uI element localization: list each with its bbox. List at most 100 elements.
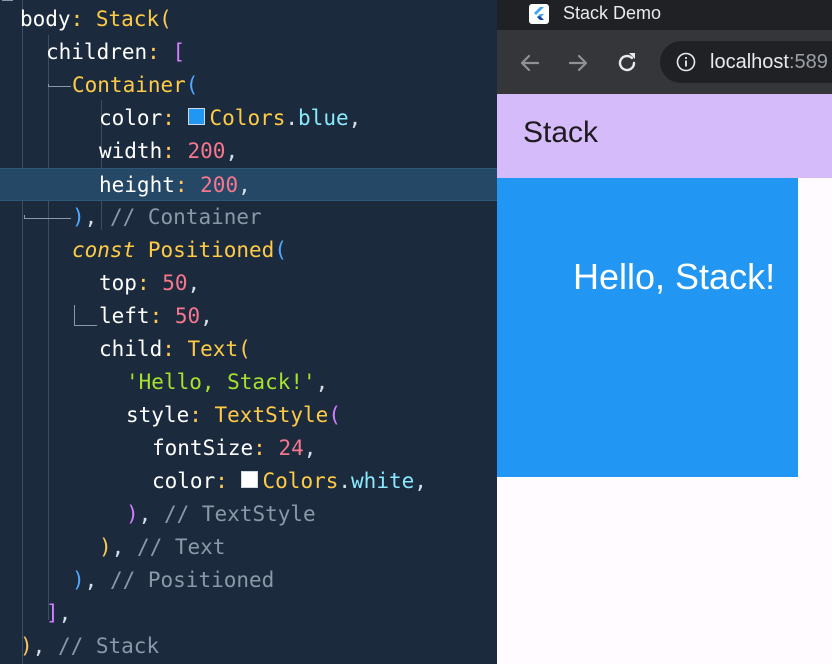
- code-line[interactable]: child: Text(: [0, 333, 497, 366]
- code-token: 50: [162, 271, 188, 295]
- tab-bar: Stack Demo: [497, 0, 832, 30]
- url-port: :589: [788, 51, 828, 73]
- forward-arrow-icon[interactable]: [563, 48, 593, 78]
- code-token: :: [162, 106, 188, 130]
- code-line[interactable]: ), // Stack: [0, 630, 497, 663]
- code-token: child: [99, 337, 163, 361]
- code-token: const: [72, 238, 136, 262]
- app-bar: Stack: [497, 94, 832, 178]
- info-icon[interactable]: [676, 52, 696, 72]
- code-line[interactable]: const Positioned(: [0, 234, 497, 267]
- code-token: ,: [200, 304, 213, 328]
- code-token: 24: [278, 436, 304, 460]
- code-token: (: [328, 403, 341, 427]
- code-token: :: [147, 40, 173, 64]
- code-token: blue: [298, 106, 349, 130]
- code-line[interactable]: height: 200,: [0, 168, 497, 201]
- code-token: ,: [315, 370, 329, 394]
- code-token: children: [46, 40, 148, 64]
- code-token: :: [189, 403, 215, 427]
- code-token: Stack: [95, 7, 160, 31]
- code-token: Container: [72, 73, 186, 97]
- code-line[interactable]: color: Colors.blue,: [0, 102, 497, 135]
- code-token: 200: [200, 173, 239, 197]
- code-editor[interactable]: body: Stack(children: [Container(color: …: [0, 0, 497, 664]
- code-token: :: [162, 337, 188, 361]
- code-line[interactable]: width: 200,: [0, 135, 497, 168]
- code-token: :: [162, 139, 188, 163]
- color-swatch-icon[interactable]: [187, 107, 205, 125]
- code-token: ,: [348, 106, 362, 130]
- code-line[interactable]: 'Hello, Stack!',: [0, 366, 497, 399]
- code-token: // Text: [136, 535, 226, 559]
- code-line[interactable]: body: Stack(: [0, 3, 497, 36]
- code-token: .: [338, 469, 352, 493]
- code-token: (: [185, 73, 199, 97]
- code-token: ): [72, 205, 85, 229]
- code-token: Text: [187, 337, 239, 361]
- code-token: ,: [303, 436, 317, 460]
- reload-icon[interactable]: [612, 48, 642, 78]
- code-token: // Stack: [57, 634, 160, 658]
- code-token: // Positioned: [109, 568, 275, 592]
- code-token: :: [70, 7, 96, 31]
- code-token: ,: [238, 173, 251, 197]
- code-token: :: [174, 173, 201, 197]
- code-token: :: [215, 469, 241, 493]
- code-token: height: [99, 173, 175, 197]
- back-arrow-icon[interactable]: [515, 48, 545, 78]
- code-token: ,: [111, 535, 137, 559]
- code-token: ): [126, 502, 139, 526]
- code-token: (: [159, 7, 172, 31]
- code-token: Colors: [209, 106, 286, 130]
- code-token: ]: [46, 601, 59, 625]
- hello-stack-text: Hello, Stack!: [573, 256, 776, 297]
- code-token: ): [99, 535, 112, 559]
- code-token: color: [152, 469, 216, 493]
- code-token: fontSize: [152, 436, 254, 460]
- code-token: ,: [138, 502, 164, 526]
- code-line[interactable]: Container(: [0, 69, 497, 102]
- code-line[interactable]: ), // Container: [0, 201, 497, 234]
- url-text[interactable]: localhost:589: [710, 51, 828, 74]
- code-token: Colors: [262, 469, 339, 493]
- code-token: .: [285, 106, 299, 130]
- code-line[interactable]: ), // TextStyle: [0, 498, 497, 531]
- code-token: // TextStyle: [163, 502, 316, 526]
- tab-title[interactable]: Stack Demo: [563, 3, 661, 24]
- code-token: width: [99, 139, 163, 163]
- code-line[interactable]: fontSize: 24,: [0, 432, 497, 465]
- blue-container: [497, 178, 798, 477]
- code-token: ,: [187, 271, 201, 295]
- code-token: ): [20, 634, 33, 658]
- code-line[interactable]: left: 50,: [0, 300, 497, 333]
- code-token: ,: [84, 205, 110, 229]
- code-token: ): [72, 568, 85, 592]
- code-token: style: [126, 403, 190, 427]
- code-token: (: [238, 337, 251, 361]
- code-line[interactable]: top: 50,: [0, 267, 497, 300]
- code-token: :: [149, 304, 175, 328]
- code-token: ,: [225, 139, 239, 163]
- code-token: Positioned: [147, 238, 275, 262]
- code-line[interactable]: ],: [0, 597, 497, 630]
- code-line[interactable]: children: [: [0, 36, 497, 69]
- code-token: 200: [187, 139, 226, 163]
- code-token: body: [20, 7, 71, 31]
- address-bar[interactable]: localhost:589: [660, 41, 832, 83]
- code-token: [: [172, 40, 186, 64]
- code-line[interactable]: color: Colors.white,: [0, 465, 497, 498]
- browser-toolbar: localhost:589: [497, 30, 832, 94]
- code-token: (: [274, 238, 287, 262]
- code-line[interactable]: ), // Text: [0, 531, 497, 564]
- code-line[interactable]: style: TextStyle(: [0, 399, 497, 432]
- color-swatch-icon[interactable]: [240, 470, 258, 488]
- code-token: TextStyle: [214, 403, 329, 427]
- code-line[interactable]: ), // Positioned: [0, 564, 497, 597]
- code-token: ,: [84, 568, 110, 592]
- code-token: :: [136, 271, 163, 295]
- tree-connector: [2, 0, 13, 1]
- flutter-logo-icon: [529, 4, 549, 24]
- browser-window: Stack Demo localhost:589 Stack Hello, St…: [497, 0, 832, 664]
